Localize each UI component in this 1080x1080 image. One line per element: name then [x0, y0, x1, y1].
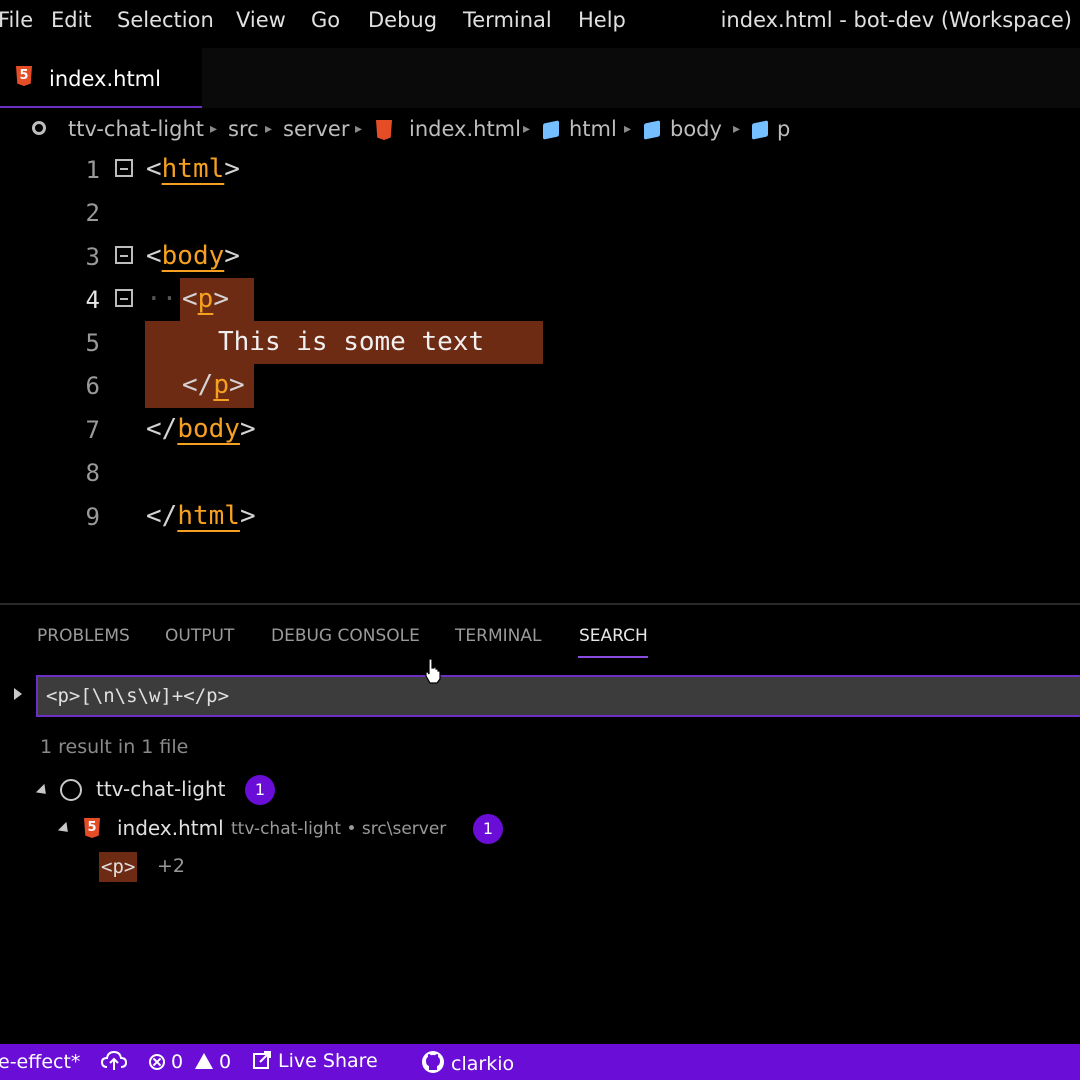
menu-selection[interactable]: Selection: [117, 8, 214, 32]
indent-guide: ··: [146, 284, 178, 314]
chevron-right-icon: ▸: [210, 121, 218, 137]
search-box: [36, 675, 1080, 717]
result-file-path: ttv-chat-light • src\server: [231, 819, 447, 839]
toggle-replace-chevron-icon[interactable]: [14, 688, 22, 700]
chevron-right-icon: ▸: [265, 121, 273, 137]
code-line[interactable]: 6 </p>: [0, 366, 1080, 410]
live-share-icon: [253, 1051, 271, 1069]
tab-terminal[interactable]: TERMINAL: [455, 626, 541, 646]
panel-tab-bar: PROBLEMS OUTPUT DEBUG CONSOLE TERMINAL S…: [0, 620, 1080, 660]
code-text: </p>: [182, 370, 245, 400]
result-count-badge: 1: [245, 775, 275, 805]
html5-icon: 5: [16, 66, 32, 86]
code-line[interactable]: 4 ·· <p>: [0, 280, 1080, 324]
result-file-label[interactable]: index.html: [117, 816, 224, 840]
live-share-label: Live Share: [278, 1050, 378, 1072]
breadcrumb-item-folder[interactable]: ttv-chat-light: [68, 117, 204, 141]
hand-pointer-icon: [425, 658, 441, 684]
warning-icon: [195, 1053, 213, 1069]
window-title: index.html - bot-dev (Workspace): [720, 8, 1072, 32]
code-line[interactable]: 7 </body>: [0, 410, 1080, 454]
line-number: 1: [85, 156, 100, 184]
active-tab-indicator: [578, 656, 648, 658]
menu-debug[interactable]: Debug: [368, 8, 437, 32]
collapse-chevron-icon[interactable]: [57, 821, 73, 837]
chevron-right-icon: ▸: [355, 121, 363, 137]
code-text: This is some text: [218, 327, 485, 357]
sync-cloud-icon[interactable]: [100, 1050, 128, 1077]
line-number: 3: [85, 243, 100, 271]
chevron-right-icon: ▸: [523, 121, 531, 137]
search-input[interactable]: [46, 685, 946, 707]
warnings-indicator[interactable]: 0: [195, 1051, 231, 1073]
breadcrumb-item-file[interactable]: index.html: [409, 117, 521, 141]
tab-problems[interactable]: PROBLEMS: [37, 626, 130, 646]
code-line[interactable]: 3 <body>: [0, 237, 1080, 281]
menu-go[interactable]: Go: [311, 8, 340, 32]
search-result-summary: 1 result in 1 file: [40, 736, 189, 758]
tab-output[interactable]: OUTPUT: [165, 626, 234, 646]
tab-search[interactable]: SEARCH: [579, 626, 648, 646]
fold-icon[interactable]: [115, 289, 133, 307]
line-number: 5: [85, 329, 100, 357]
result-count-badge: 1: [473, 814, 503, 844]
breadcrumb-item-src[interactable]: src: [228, 117, 259, 141]
result-folder-label[interactable]: ttv-chat-light: [96, 777, 226, 801]
code-line[interactable]: 8: [0, 453, 1080, 497]
line-number: 8: [85, 459, 100, 487]
tab-index-html[interactable]: 5 index.html: [0, 48, 202, 108]
chevron-right-icon: ▸: [733, 121, 741, 137]
collapse-chevron-icon[interactable]: [35, 783, 51, 799]
line-number: 2: [85, 199, 100, 227]
menu-terminal[interactable]: Terminal: [463, 8, 552, 32]
github-icon: [422, 1051, 444, 1073]
live-share-button[interactable]: Live Share: [252, 1050, 378, 1072]
line-number: 4: [85, 286, 100, 314]
fold-icon[interactable]: [115, 159, 133, 177]
search-match-extra-lines: +2: [157, 855, 186, 877]
errors-indicator[interactable]: 0: [149, 1051, 183, 1073]
panel-divider[interactable]: [0, 603, 1080, 605]
code-text: </body>: [146, 414, 256, 444]
line-number: 6: [85, 372, 100, 400]
line-number: 9: [85, 503, 100, 531]
code-editor[interactable]: 1 <html> 2 3 <body> 4 ·· <p> 5 This is s…: [0, 150, 1080, 600]
branch-name[interactable]: e-effect*: [0, 1051, 80, 1073]
menu-view[interactable]: View: [236, 8, 286, 32]
code-text: <body>: [146, 241, 240, 271]
code-line[interactable]: 2: [0, 193, 1080, 237]
menu-edit[interactable]: Edit: [51, 8, 92, 32]
error-count: 0: [171, 1051, 184, 1073]
breadcrumb-item-server[interactable]: server: [283, 117, 349, 141]
status-bar: e-effect* 0 0 Live Share clarkio: [0, 1044, 1080, 1080]
breadcrumb-item-html[interactable]: html: [569, 117, 617, 141]
menu-file[interactable]: File: [0, 8, 33, 32]
html5-icon: 5: [84, 818, 100, 838]
code-text: <p>: [182, 284, 229, 314]
menu-help[interactable]: Help: [578, 8, 626, 32]
breadcrumb-item-body[interactable]: body: [670, 117, 722, 141]
breadcrumb-item-p[interactable]: p: [777, 117, 790, 141]
editor-tab-bar: 5 index.html: [0, 48, 1080, 108]
line-number: 7: [85, 416, 100, 444]
warning-count: 0: [219, 1051, 232, 1073]
account-button[interactable]: clarkio: [421, 1050, 514, 1075]
folder-root-icon: [60, 779, 82, 801]
tab-label: index.html: [49, 67, 161, 91]
tab-debug-console[interactable]: DEBUG CONSOLE: [271, 626, 420, 646]
code-text: <html>: [146, 154, 240, 184]
code-line[interactable]: 5 This is some text: [0, 323, 1080, 367]
fold-icon[interactable]: [115, 246, 133, 264]
code-line[interactable]: 1 <html>: [0, 150, 1080, 194]
menu-bar: File Edit Selection View Go Debug Termin…: [0, 0, 1080, 44]
chevron-right-icon: ▸: [624, 121, 632, 137]
code-line[interactable]: 9 </html>: [0, 497, 1080, 541]
user-name: clarkio: [451, 1053, 515, 1075]
error-icon: [149, 1054, 165, 1070]
code-text: </html>: [146, 501, 256, 531]
search-match-item[interactable]: <p>: [99, 852, 138, 882]
